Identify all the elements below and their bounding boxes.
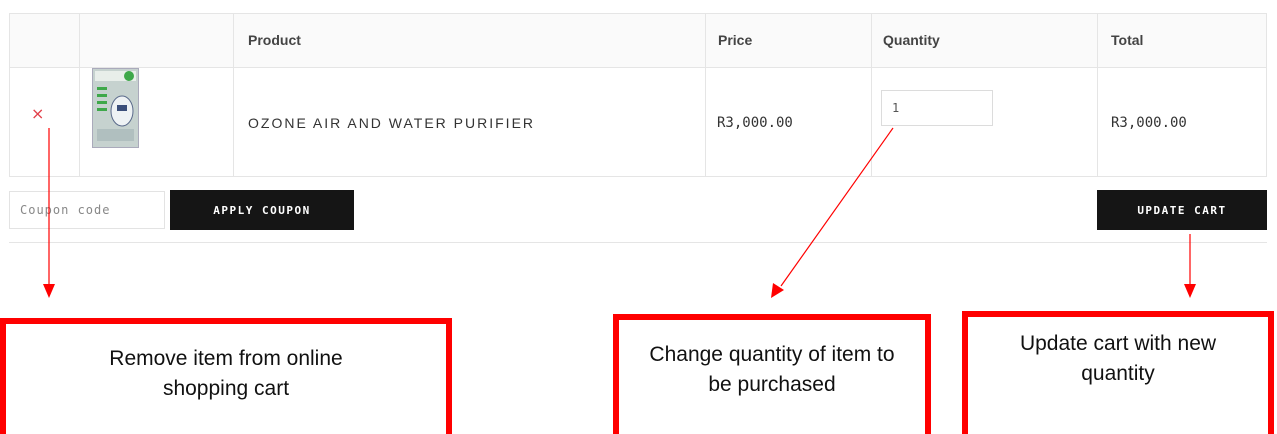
- arrow-to-quantity: [780, 127, 894, 287]
- arrowhead-icon: [1184, 284, 1196, 298]
- callout-remove-text: Remove item from online shopping cart: [109, 347, 343, 400]
- callout-remove-item: Remove item from online shopping cart: [0, 318, 452, 434]
- callout-quantity-text: Change quantity of item to be purchased: [649, 343, 895, 396]
- callout-update-cart: Update cart with new quantity: [962, 311, 1274, 434]
- callout-change-quantity: Change quantity of item to be purchased: [613, 314, 931, 434]
- arrowhead-icon: [43, 284, 55, 298]
- callout-update-text: Update cart with new quantity: [1019, 332, 1217, 385]
